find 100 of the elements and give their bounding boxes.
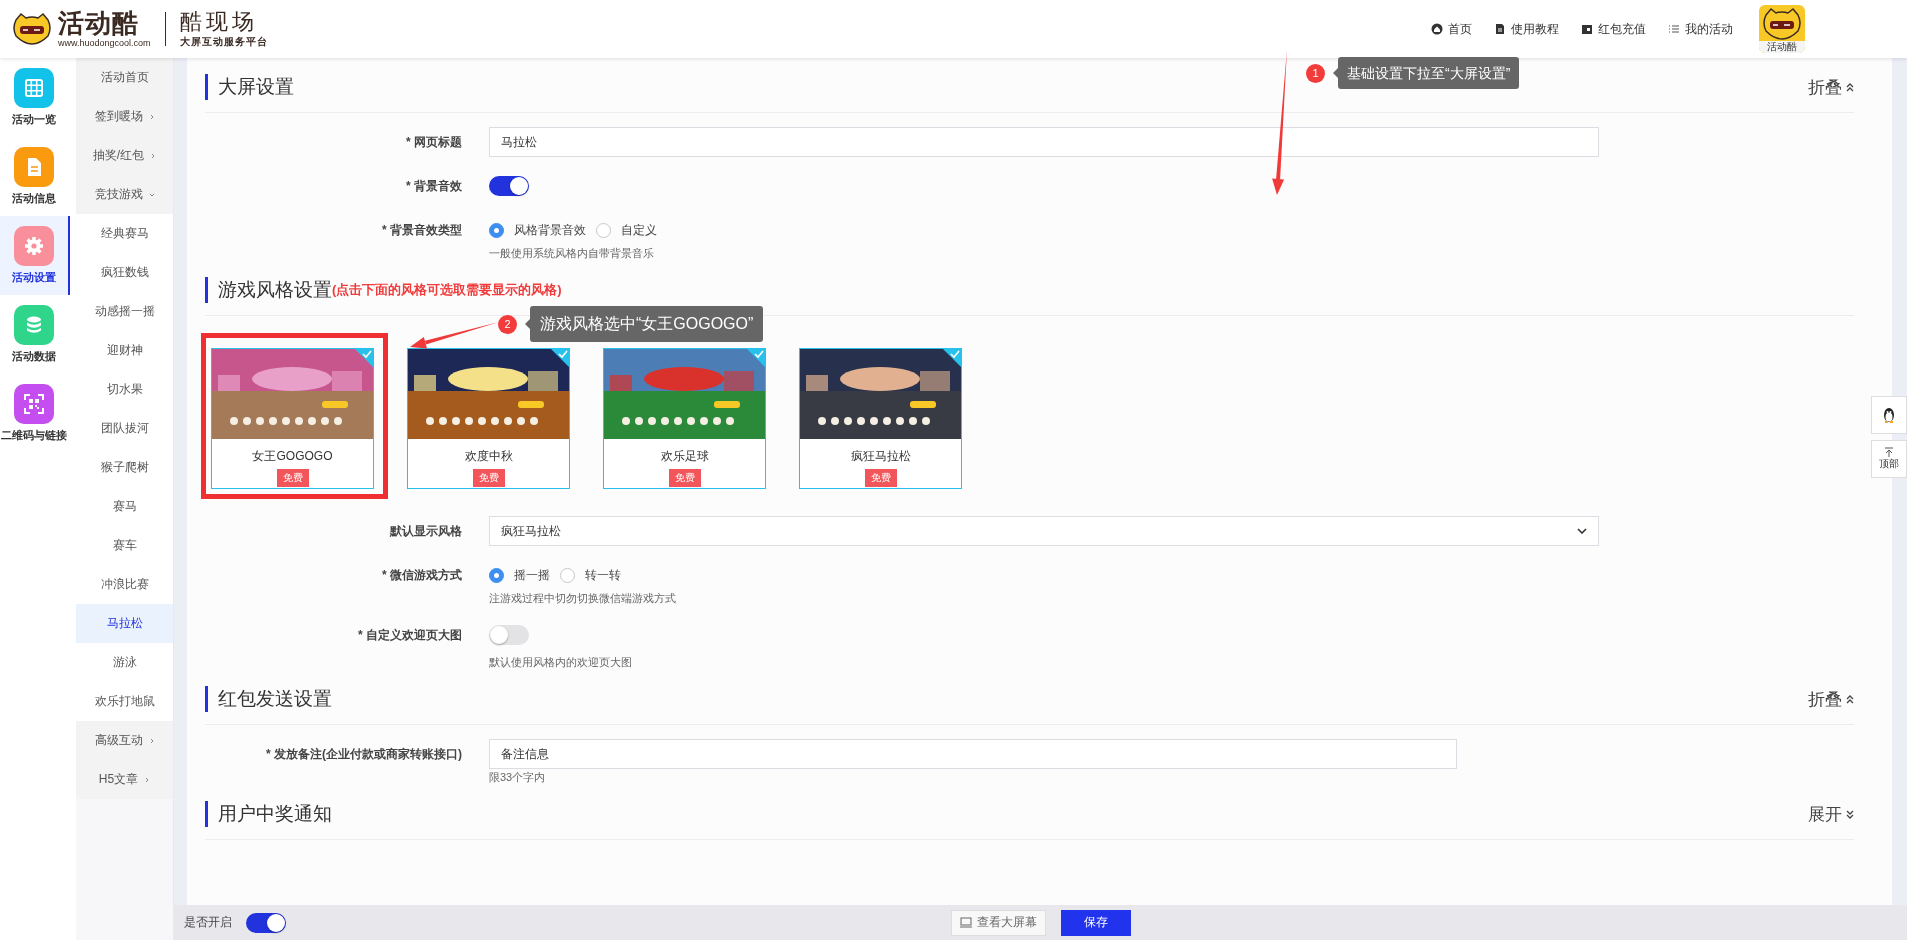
section-title: 大屏设置	[218, 75, 294, 99]
document-icon	[1494, 23, 1506, 35]
section-marker	[205, 686, 208, 712]
hint-text: 限33个字内	[489, 770, 547, 785]
chat-button[interactable]	[1871, 396, 1907, 434]
menu-item[interactable]: 猴子爬树	[76, 448, 173, 487]
menu-item[interactable]: 赛马	[76, 487, 173, 526]
nav-link[interactable]: 首页	[1431, 20, 1472, 38]
menu-item[interactable]: 马拉松	[76, 604, 173, 643]
menu-label: 欢乐打地鼠	[94, 693, 155, 710]
menu-item[interactable]: 游泳	[76, 643, 173, 682]
preview-button[interactable]: 查看大屏幕	[951, 909, 1046, 936]
caret-icon	[148, 191, 155, 198]
free-badge: 免费	[276, 469, 309, 487]
style-card[interactable]: 疯狂马拉松 免费	[799, 348, 962, 489]
menu-label: 经典赛马	[100, 225, 149, 242]
hint-text: 一般使用系统风格内自带背景音乐	[489, 246, 655, 261]
menu-item[interactable]: 团队拔河	[76, 409, 173, 448]
menu-item[interactable]: 欢乐打地鼠	[76, 682, 173, 721]
sidebar-item[interactable]: 活动信息	[0, 137, 70, 216]
brand-name: 活动酷	[58, 10, 140, 36]
menu-label: 冲浪比赛	[100, 576, 149, 593]
field-label: * 网页标题	[405, 134, 463, 151]
section-marker	[205, 74, 208, 100]
caret-icon	[150, 152, 157, 159]
double-chevron-down-icon	[1846, 808, 1854, 820]
menu-label: 赛马	[112, 498, 137, 515]
toggle-switch[interactable]	[489, 176, 529, 196]
tagline: 大屏互动服务平台	[179, 37, 268, 47]
avatar[interactable]: 活动酷	[1759, 5, 1805, 53]
menu-item[interactable]: 签到暖场	[76, 97, 173, 136]
menu-item[interactable]: 经典赛马	[76, 214, 173, 253]
menu-item[interactable]: 切水果	[76, 370, 173, 409]
free-badge: 免费	[472, 469, 505, 487]
text-field[interactable]: 备注信息	[489, 739, 1457, 769]
sidebar-item[interactable]: 活动设置	[0, 216, 70, 295]
toggle-switch[interactable]	[489, 625, 529, 645]
style-name: 欢度中秋	[464, 448, 513, 465]
callout: 游戏风格选中“女王GOGOGO”	[530, 306, 764, 342]
menu-item[interactable]: 冲浪比赛	[76, 565, 173, 604]
menu-item[interactable]: 高级互动	[76, 721, 173, 760]
menu-label: 活动首页	[100, 69, 149, 86]
radio-option[interactable]: 风格背景音效	[489, 221, 586, 239]
menu-item[interactable]: 赛车	[76, 526, 173, 565]
radio-option[interactable]: 摇一摇	[489, 566, 550, 584]
back-to-top-button[interactable]: 顶部	[1871, 440, 1907, 478]
caret-icon	[148, 113, 155, 120]
double-chevron-up-icon	[1846, 693, 1854, 705]
sidebar-item[interactable]: 活动数据	[0, 295, 70, 374]
style-card[interactable]: 欢乐足球 免费	[603, 348, 766, 489]
home-icon	[1431, 23, 1443, 35]
nav-link[interactable]: 我的活动	[1668, 20, 1733, 38]
nav-link[interactable]: 红包充值	[1581, 20, 1646, 38]
menu-label: 赛车	[112, 537, 137, 554]
hint-text: 默认使用风格内的欢迎页大图	[489, 655, 633, 670]
sidebar-label: 活动设置	[12, 270, 56, 285]
save-button[interactable]: 保存	[1061, 909, 1131, 936]
field-label: * 微信游戏方式	[381, 567, 463, 584]
menu-item[interactable]: 活动首页	[76, 58, 173, 97]
sidebar-item[interactable]: 二维码与链接	[0, 374, 70, 453]
section-note: (点击下面的风格可选取需要显示的风格)	[332, 282, 562, 297]
style-name: 女王GOGOGO	[252, 448, 333, 465]
radio-option[interactable]: 自定义	[596, 221, 657, 239]
monitor-icon	[960, 917, 972, 928]
collapse-toggle[interactable]: 展开	[1808, 802, 1854, 826]
free-badge: 免费	[864, 469, 897, 487]
style-name: 疯狂马拉松	[850, 448, 911, 465]
menu-label: 迎财神	[106, 342, 143, 359]
sidebar-label: 活动信息	[12, 191, 56, 206]
menu-item[interactable]: H5文章	[76, 760, 173, 799]
sidebar-item[interactable]: 活动一览	[0, 58, 70, 137]
field-label: * 背景音效类型	[381, 222, 463, 239]
site-url: www.huodongcool.com	[58, 39, 151, 48]
settings-icon	[24, 236, 44, 256]
menu-label: 高级互动	[94, 732, 143, 749]
field-label: * 背景音效	[405, 178, 463, 195]
caret-icon	[148, 737, 155, 744]
collapse-toggle[interactable]: 折叠	[1808, 75, 1854, 99]
menu-label: 团队拔河	[100, 420, 149, 437]
menu-item[interactable]: 迎财神	[76, 331, 173, 370]
qr-code-icon	[24, 394, 44, 414]
style-card[interactable]: 女王GOGOGO 免费	[211, 348, 374, 489]
list-icon	[1668, 23, 1680, 35]
menu-item[interactable]: 抽奖/红包	[76, 136, 173, 175]
section-title: 用户中奖通知	[218, 802, 332, 826]
toggle-switch[interactable]	[246, 912, 286, 933]
dropdown[interactable]: 疯狂马拉松	[489, 516, 1599, 546]
wallet-icon	[1581, 23, 1593, 35]
style-card[interactable]: 欢度中秋 免费	[407, 348, 570, 489]
menu-item[interactable]: 疯狂数钱	[76, 253, 173, 292]
hint-text: 注游戏过程中切勿切换微信端游戏方式	[489, 591, 677, 606]
caret-icon	[1577, 528, 1587, 534]
menu-item[interactable]: 动感摇一摇	[76, 292, 173, 331]
collapse-toggle[interactable]: 折叠	[1808, 687, 1854, 711]
menu-label: 动感摇一摇	[94, 303, 155, 320]
radio-option[interactable]: 转一转	[560, 566, 621, 584]
text-field[interactable]: 马拉松	[489, 127, 1599, 157]
menu-label: 切水果	[106, 381, 143, 398]
menu-item[interactable]: 竞技游戏	[76, 175, 173, 214]
nav-link[interactable]: 使用教程	[1494, 20, 1559, 38]
